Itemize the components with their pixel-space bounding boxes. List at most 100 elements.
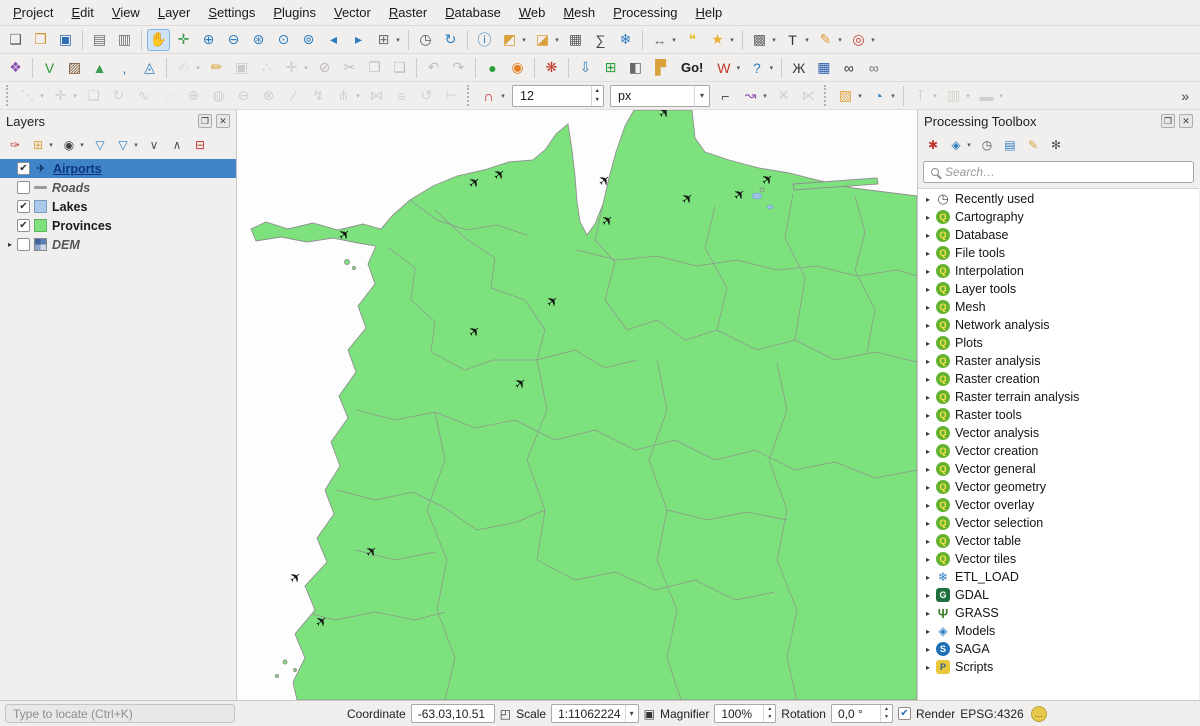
map-tips-icon[interactable]: ❝ — [681, 29, 704, 51]
copy-move-feature-icon[interactable]: ❏ — [82, 85, 105, 107]
merge-features-icon[interactable]: ⋈ — [365, 85, 388, 107]
plugin-lifebuoy-icon[interactable]: ◉ — [506, 57, 529, 79]
glasses-plugin-icon-1[interactable]: ∞ — [837, 57, 860, 79]
layer-item-airports[interactable]: ✔✈Airports — [0, 159, 236, 178]
tree-expand-arrow[interactable]: ▸ — [922, 429, 934, 438]
toolbox-group-vector-overlay[interactable]: ▸QVector overlay — [918, 496, 1199, 514]
tree-expand-arrow[interactable]: ▸ — [922, 609, 934, 618]
toolbox-group-models[interactable]: ▸◈Models — [918, 622, 1199, 640]
menu-item-processing[interactable]: Processing — [604, 1, 686, 24]
simplify-feature-icon[interactable]: ∿ — [132, 85, 155, 107]
tracing-icon[interactable]: ↝▾ — [739, 85, 770, 107]
layer-item-roads[interactable]: Roads — [0, 178, 236, 197]
toolbox-group-vector-creation[interactable]: ▸QVector creation — [918, 442, 1199, 460]
go-button[interactable]: Go! — [673, 60, 711, 75]
rotate-feature-icon[interactable]: ↻ — [107, 85, 130, 107]
save-layer-edits-icon[interactable]: ▣ — [230, 57, 253, 79]
spin-arrows[interactable]: ▲▼ — [880, 705, 892, 722]
toolbox-group-vector-table[interactable]: ▸QVector table — [918, 532, 1199, 550]
add-part-icon[interactable]: ⊕ — [182, 85, 205, 107]
open-attribute-table-icon[interactable]: ▦ — [564, 29, 587, 51]
history-icon[interactable]: ◷ — [977, 135, 997, 154]
toolbox-group-mesh[interactable]: ▸QMesh — [918, 298, 1199, 316]
data-source-manager-icon[interactable]: ❖ — [4, 57, 27, 79]
tree-expand-arrow[interactable]: ▸ — [922, 357, 934, 366]
zoom-next-icon[interactable]: ▸ — [347, 29, 370, 51]
toolbox-group-raster-creation[interactable]: ▸QRaster creation — [918, 370, 1199, 388]
vertex-tool-icon[interactable]: ✛▾ — [280, 57, 311, 79]
manage-map-themes-icon[interactable]: ◉▾ — [59, 135, 87, 154]
tree-expand-arrow[interactable]: ▸ — [922, 591, 934, 600]
offset-curve-icon[interactable]: ∕ — [282, 85, 305, 107]
menu-item-database[interactable]: Database — [436, 1, 510, 24]
filter-legend-icon[interactable]: ▽ — [90, 135, 110, 154]
native-algorithms-icon[interactable]: ✱ — [923, 135, 943, 154]
toolbox-group-vector-selection[interactable]: ▸QVector selection — [918, 514, 1199, 532]
tree-expand-arrow[interactable]: ▸ — [922, 573, 934, 582]
layer-expand-arrow[interactable]: ▸ — [4, 240, 16, 249]
diagrams-icon[interactable]: ◔▾ — [867, 85, 898, 107]
reshape-features-icon[interactable]: ↯ — [307, 85, 330, 107]
cad-parallel-icon[interactable]: ⋉ — [797, 85, 820, 107]
tree-expand-arrow[interactable]: ▸ — [922, 213, 934, 222]
expand-all-icon[interactable]: ∨ — [144, 135, 164, 154]
toggle-editing-icon[interactable]: ✏ — [205, 57, 228, 79]
toolbox-group-gdal[interactable]: ▸GGDAL — [918, 586, 1199, 604]
toolbox-group-vector-geometry[interactable]: ▸QVector geometry — [918, 478, 1199, 496]
current-edits-icon[interactable]: ✍▾ — [172, 57, 203, 79]
toolbox-search-input[interactable]: Search… — [923, 161, 1194, 183]
tree-expand-arrow[interactable]: ▸ — [922, 249, 934, 258]
bug-plugin-icon[interactable]: Ж — [787, 57, 810, 79]
temporal-controller-icon[interactable]: ◷ — [414, 29, 437, 51]
map-canvas[interactable]: ✈✈✈✈✈✈✈✈✈✈✈✈✈✈✈ — [237, 110, 917, 700]
tree-expand-arrow[interactable]: ▸ — [922, 321, 934, 330]
move-feature-icon[interactable]: ✛▾ — [49, 85, 80, 107]
plugin-tiles-icon[interactable]: ▛ — [649, 57, 672, 79]
add-point-feature-icon[interactable]: ∴ — [255, 57, 278, 79]
add-raster-layer-icon[interactable]: ▨ — [63, 57, 86, 79]
toolbox-group-raster-tools[interactable]: ▸QRaster tools — [918, 406, 1199, 424]
menu-item-project[interactable]: Project — [4, 1, 62, 24]
grass-tools-icon[interactable]: ❋ — [540, 57, 563, 79]
pan-to-selection-icon[interactable]: ✛ — [172, 29, 195, 51]
pin-labels-icon[interactable]: ⊺▾ — [909, 85, 940, 107]
layer-checkbox[interactable]: ✔ — [17, 200, 30, 213]
scale-combo[interactable]: 1:11062224▾ — [551, 704, 639, 723]
select-features-icon[interactable]: ◩▾ — [498, 29, 529, 51]
toolbox-group-plots[interactable]: ▸QPlots — [918, 334, 1199, 352]
menu-item-web[interactable]: Web — [510, 1, 555, 24]
tree-expand-arrow[interactable]: ▸ — [922, 303, 934, 312]
tree-expand-arrow[interactable]: ▸ — [922, 627, 934, 636]
panel-float-icon[interactable]: ❐ — [1161, 114, 1175, 128]
grid-plugin-icon[interactable]: ▦ — [812, 57, 835, 79]
menu-item-edit[interactable]: Edit — [62, 1, 102, 24]
new-map-view-icon[interactable]: ⊞▾ — [372, 29, 403, 51]
toolbox-group-raster-analysis[interactable]: ▸QRaster analysis — [918, 352, 1199, 370]
panel-close-icon[interactable]: ✕ — [216, 114, 230, 128]
menu-item-help[interactable]: Help — [686, 1, 731, 24]
toolbar-overflow-chevron[interactable]: » — [1181, 88, 1189, 104]
delete-part-icon[interactable]: ⊗ — [257, 85, 280, 107]
digitize-with-segment-icon[interactable]: ⋱▾ — [16, 85, 47, 107]
annotations-icon[interactable]: ✎▾ — [814, 29, 845, 51]
spin-arrows[interactable]: ▲▼ — [763, 705, 775, 722]
zoom-to-selection-icon[interactable]: ⊙ — [272, 29, 295, 51]
toolbox-group-recently-used[interactable]: ▸◷Recently used — [918, 190, 1199, 208]
plugin-mask-icon[interactable]: ◧ — [624, 57, 647, 79]
collapse-all-icon[interactable]: ∧ — [167, 135, 187, 154]
tree-expand-arrow[interactable]: ▸ — [922, 411, 934, 420]
zoom-full-extent-icon[interactable]: ⊛ — [247, 29, 270, 51]
layer-item-lakes[interactable]: ✔Lakes — [0, 197, 236, 216]
toolbox-group-saga[interactable]: ▸SSAGA — [918, 640, 1199, 658]
tree-expand-arrow[interactable]: ▸ — [922, 537, 934, 546]
redo-icon[interactable]: ↷ — [447, 57, 470, 79]
osm-search-icon[interactable]: ◎▾ — [847, 29, 878, 51]
split-features-icon[interactable]: ⋔▾ — [332, 85, 363, 107]
render-checkbox[interactable]: ✔ — [898, 707, 911, 720]
trim-extend-icon[interactable]: ⊢ — [440, 85, 463, 107]
zoom-last-icon[interactable]: ◂ — [322, 29, 345, 51]
layer-checkbox[interactable] — [17, 238, 30, 251]
highlight-pinned-labels-icon[interactable]: ▥▾ — [942, 85, 973, 107]
zoom-to-layer-icon[interactable]: ⊚ — [297, 29, 320, 51]
snap-on-intersection-icon[interactable]: ⌐ — [714, 85, 737, 107]
